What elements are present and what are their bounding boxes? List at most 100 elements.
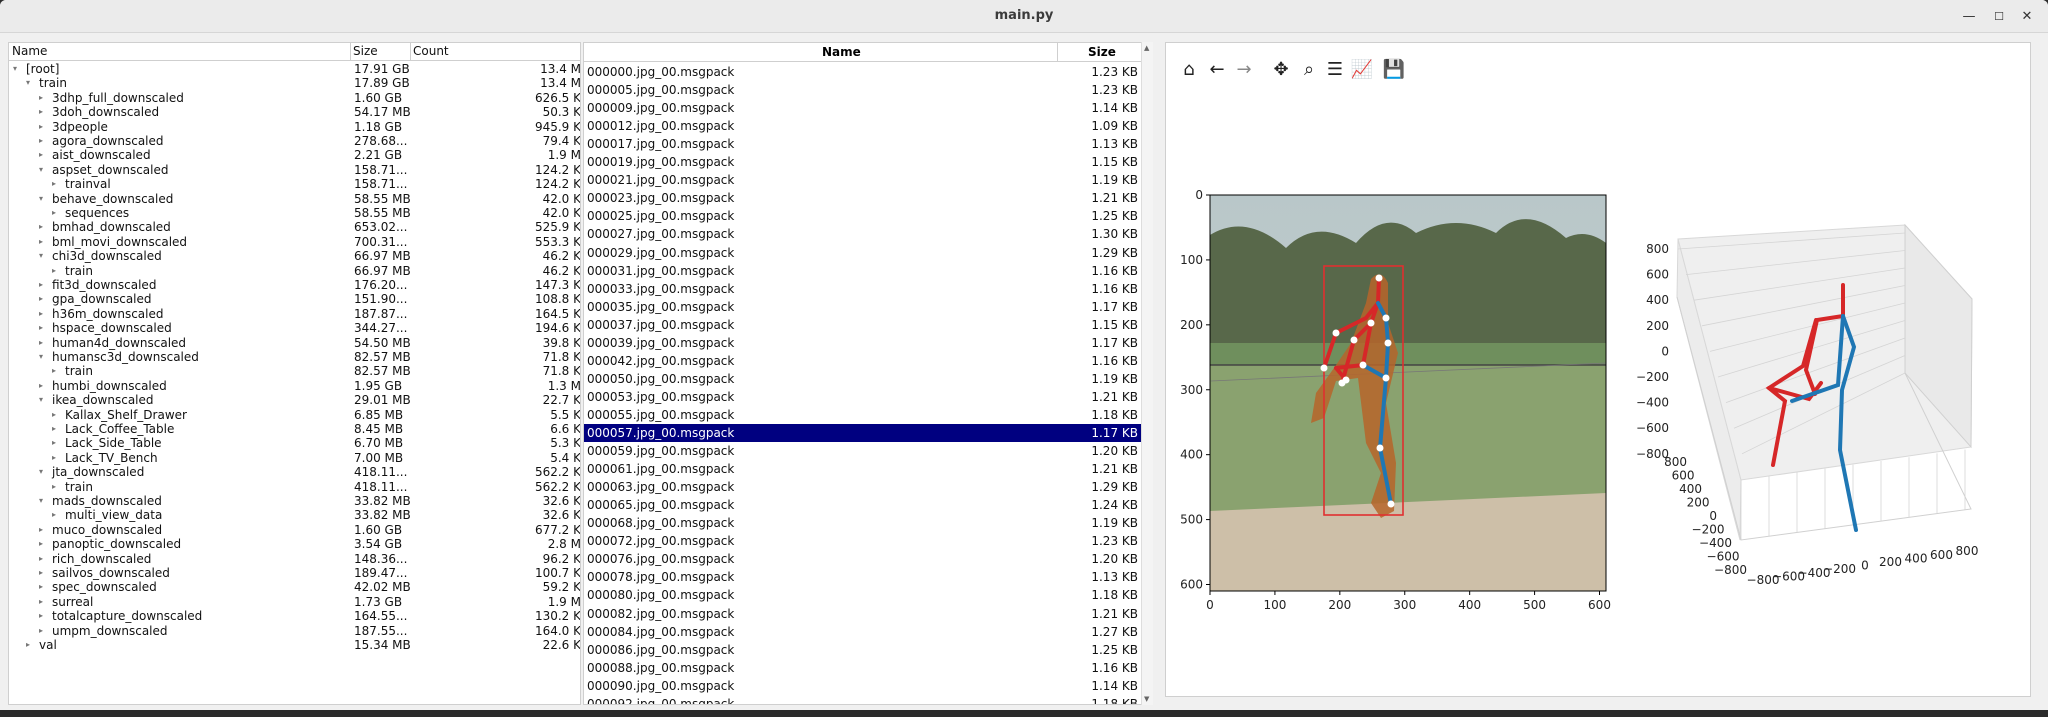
tree-row[interactable]: ▾ [root] 17.91 GB 13.4 M (9, 62, 580, 76)
file-list-scrollbar[interactable]: ▲ ▼ (1141, 42, 1153, 705)
file-row[interactable]: 000031.jpg_00.msgpack 1.16 KB (584, 262, 1142, 280)
tree-header-name[interactable]: Name (12, 44, 47, 58)
tree-row[interactable]: ▸ trainval 158.71... 124.2 K (9, 177, 580, 191)
tree-row[interactable]: ▸ human4d_downscaled 54.50 MB 39.8 K (9, 336, 580, 350)
file-row[interactable]: 000025.jpg_00.msgpack 1.25 KB (584, 207, 1142, 225)
tree-row[interactable]: ▸ train 66.97 MB 46.2 K (9, 264, 580, 278)
tree-row[interactable]: ▸ totalcapture_downscaled 164.55... 130.2 K (9, 609, 580, 623)
file-row[interactable]: 000092.jpg_00.msgpack 1.18 KB (584, 695, 1142, 704)
scroll-down-icon[interactable]: ▼ (1144, 695, 1149, 703)
tree-row[interactable]: ▸ bmhad_downscaled 653.02... 525.9 K (9, 220, 580, 234)
tree-row[interactable]: ▾ jta_downscaled 418.11... 562.2 K (9, 465, 580, 479)
tree-row[interactable]: ▸ umpm_downscaled 187.55... 164.0 K (9, 624, 580, 638)
chevron-right-icon[interactable]: ▸ (39, 537, 43, 551)
tree-row[interactable]: ▸ train 82.57 MB 71.8 K (9, 364, 580, 378)
file-row[interactable]: 000037.jpg_00.msgpack 1.15 KB (584, 316, 1142, 334)
chevron-right-icon[interactable]: ▸ (52, 422, 56, 436)
chevron-right-icon[interactable]: ▸ (39, 278, 43, 292)
tree-row[interactable]: ▸ Lack_Side_Table 6.70 MB 5.3 K (9, 436, 580, 450)
chevron-down-icon[interactable]: ▾ (26, 76, 30, 90)
tree-row[interactable]: ▸ 3doh_downscaled 54.17 MB 50.3 K (9, 105, 580, 119)
tree-row[interactable]: ▸ spec_downscaled 42.02 MB 59.2 K (9, 580, 580, 594)
tree-row[interactable]: ▸ aist_downscaled 2.21 GB 1.9 M (9, 148, 580, 162)
file-row[interactable]: 000086.jpg_00.msgpack 1.25 KB (584, 641, 1142, 659)
chevron-right-icon[interactable]: ▸ (39, 552, 43, 566)
tree-row[interactable]: ▾ behave_downscaled 58.55 MB 42.0 K (9, 192, 580, 206)
chevron-right-icon[interactable]: ▸ (52, 408, 56, 422)
file-row[interactable]: 000042.jpg_00.msgpack 1.16 KB (584, 352, 1142, 370)
maximize-button[interactable]: ☐ (1988, 6, 2010, 28)
chevron-right-icon[interactable]: ▸ (39, 523, 43, 537)
file-row[interactable]: 000021.jpg_00.msgpack 1.19 KB (584, 171, 1142, 189)
file-row[interactable]: 000005.jpg_00.msgpack 1.23 KB (584, 81, 1142, 99)
chevron-right-icon[interactable]: ▸ (39, 148, 43, 162)
file-row[interactable]: 000027.jpg_00.msgpack 1.30 KB (584, 225, 1142, 243)
chevron-down-icon[interactable]: ▾ (39, 163, 43, 177)
chevron-right-icon[interactable]: ▸ (26, 638, 30, 652)
file-row[interactable]: 000012.jpg_00.msgpack 1.09 KB (584, 117, 1142, 135)
tree-row[interactable]: ▸ h36m_downscaled 187.87... 164.5 K (9, 307, 580, 321)
file-row[interactable]: 000078.jpg_00.msgpack 1.13 KB (584, 568, 1142, 586)
tree-row[interactable]: ▸ 3dhp_full_downscaled 1.60 GB 626.5 K (9, 91, 580, 105)
chevron-down-icon[interactable]: ▾ (39, 494, 43, 508)
file-row[interactable]: 000035.jpg_00.msgpack 1.17 KB (584, 298, 1142, 316)
file-row[interactable]: 000084.jpg_00.msgpack 1.27 KB (584, 623, 1142, 641)
chevron-right-icon[interactable]: ▸ (39, 105, 43, 119)
tree-row[interactable]: ▸ panoptic_downscaled 3.54 GB 2.8 M (9, 537, 580, 551)
tree-row[interactable]: ▾ mads_downscaled 33.82 MB 32.6 K (9, 494, 580, 508)
file-header-name[interactable]: Name (822, 45, 861, 59)
chevron-right-icon[interactable]: ▸ (52, 264, 56, 278)
chevron-right-icon[interactable]: ▸ (52, 451, 56, 465)
tree-row[interactable]: ▸ humbi_downscaled 1.95 GB 1.3 M (9, 379, 580, 393)
chevron-down-icon[interactable]: ▾ (39, 192, 43, 206)
file-row[interactable]: 000061.jpg_00.msgpack 1.21 KB (584, 460, 1142, 478)
chevron-down-icon[interactable]: ▾ (39, 465, 43, 479)
chevron-right-icon[interactable]: ▸ (39, 321, 43, 335)
tree-row[interactable]: ▸ surreal 1.73 GB 1.9 M (9, 595, 580, 609)
tree-row[interactable]: ▸ sequences 58.55 MB 42.0 K (9, 206, 580, 220)
tree-header-count[interactable]: Count (413, 44, 449, 58)
file-row[interactable]: 000033.jpg_00.msgpack 1.16 KB (584, 280, 1142, 298)
file-row[interactable]: 000055.jpg_00.msgpack 1.18 KB (584, 406, 1142, 424)
file-row[interactable]: 000029.jpg_00.msgpack 1.29 KB (584, 244, 1142, 262)
file-row[interactable]: 000065.jpg_00.msgpack 1.24 KB (584, 496, 1142, 514)
chevron-right-icon[interactable]: ▸ (52, 436, 56, 450)
chevron-right-icon[interactable]: ▸ (52, 364, 56, 378)
close-button[interactable]: ✕ (2016, 6, 2038, 28)
tree-row[interactable]: ▾ aspset_downscaled 158.71... 124.2 K (9, 163, 580, 177)
chevron-right-icon[interactable]: ▸ (39, 609, 43, 623)
chevron-right-icon[interactable]: ▸ (39, 379, 43, 393)
chevron-down-icon[interactable]: ▾ (39, 393, 43, 407)
tree-row[interactable]: ▾ humansc3d_downscaled 82.57 MB 71.8 K (9, 350, 580, 364)
tree-row[interactable]: ▾ train 17.89 GB 13.4 M (9, 76, 580, 90)
file-row[interactable]: 000039.jpg_00.msgpack 1.17 KB (584, 334, 1142, 352)
chevron-right-icon[interactable]: ▸ (39, 595, 43, 609)
chevron-right-icon[interactable]: ▸ (39, 580, 43, 594)
file-row[interactable]: 000072.jpg_00.msgpack 1.23 KB (584, 532, 1142, 550)
chevron-right-icon[interactable]: ▸ (39, 120, 43, 134)
chevron-right-icon[interactable]: ▸ (39, 624, 43, 638)
chevron-right-icon[interactable]: ▸ (39, 336, 43, 350)
file-row[interactable]: 000023.jpg_00.msgpack 1.21 KB (584, 189, 1142, 207)
file-row[interactable]: 000050.jpg_00.msgpack 1.19 KB (584, 370, 1142, 388)
tree-row[interactable]: ▸ train 418.11... 562.2 K (9, 480, 580, 494)
tree-row[interactable]: ▸ fit3d_downscaled 176.20... 147.3 K (9, 278, 580, 292)
file-row[interactable]: 000080.jpg_00.msgpack 1.18 KB (584, 586, 1142, 604)
file-row[interactable]: 000068.jpg_00.msgpack 1.19 KB (584, 514, 1142, 532)
chevron-right-icon[interactable]: ▸ (52, 480, 56, 494)
chevron-right-icon[interactable]: ▸ (39, 91, 43, 105)
chevron-right-icon[interactable]: ▸ (39, 134, 43, 148)
chevron-right-icon[interactable]: ▸ (52, 206, 56, 220)
chevron-right-icon[interactable]: ▸ (39, 292, 43, 306)
tree-row[interactable]: ▸ val 15.34 MB 22.6 K (9, 638, 580, 652)
tree-row[interactable]: ▸ Kallax_Shelf_Drawer 6.85 MB 5.5 K (9, 408, 580, 422)
chevron-right-icon[interactable]: ▸ (39, 566, 43, 580)
tree-row[interactable]: ▸ hspace_downscaled 344.27... 194.6 K (9, 321, 580, 335)
minimize-button[interactable]: — (1958, 6, 1980, 28)
tree-row[interactable]: ▸ muco_downscaled 1.60 GB 677.2 K (9, 523, 580, 537)
file-list[interactable]: Name Size 000000.jpg_00.msgpack 1.23 KB 00… (583, 42, 1153, 705)
chevron-right-icon[interactable]: ▸ (39, 307, 43, 321)
chevron-right-icon[interactable]: ▸ (39, 235, 43, 249)
file-row[interactable]: 000057.jpg_00.msgpack 1.17 KB (584, 424, 1142, 442)
chevron-down-icon[interactable]: ▾ (39, 249, 43, 263)
